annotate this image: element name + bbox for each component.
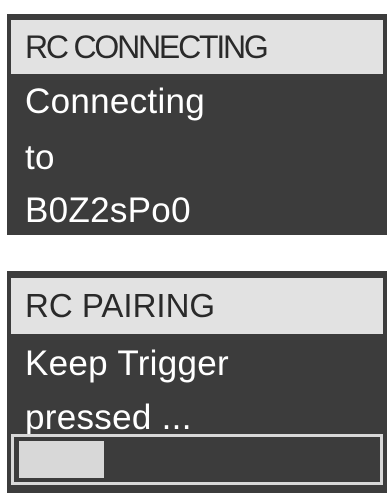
connecting-line-2: to (25, 138, 55, 177)
connecting-device-id: B0Z2sPo0 (25, 191, 191, 230)
rc-connecting-screen: RC CONNECTING Connecting to B0Z2sPo0 (7, 14, 387, 235)
pairing-progress-fill (19, 441, 104, 478)
pairing-header: RC PAIRING (11, 278, 383, 334)
rc-pairing-screen: RC PAIRING Keep Trigger pressed ... (7, 271, 387, 493)
pairing-line-1: Keep Trigger (25, 344, 229, 383)
connecting-line-1: Connecting (25, 82, 206, 121)
pairing-line-2: pressed ... (25, 398, 192, 437)
pairing-progress-bar (11, 434, 383, 485)
connecting-header: RC CONNECTING (11, 20, 383, 74)
